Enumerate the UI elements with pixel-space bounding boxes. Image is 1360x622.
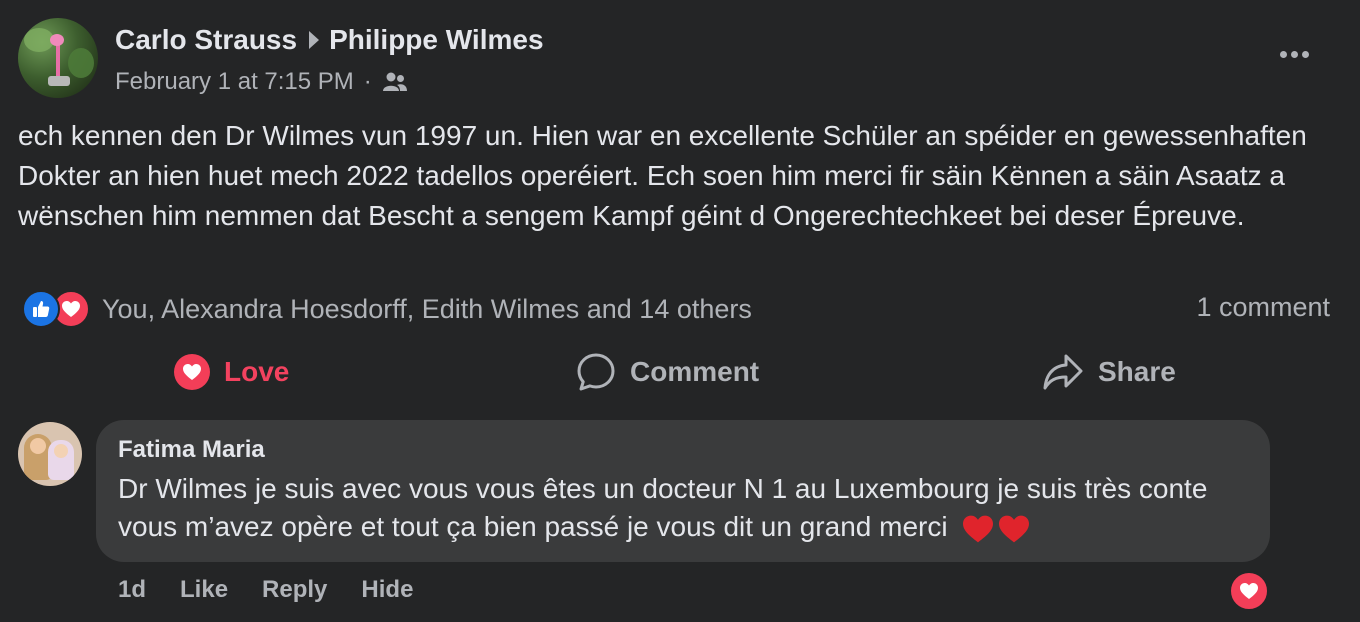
post-text: ech kennen den Dr Wilmes vun 1997 un. Hi… xyxy=(18,120,1307,231)
recipient-name[interactable]: Philippe Wilmes xyxy=(329,24,543,56)
commenter-name[interactable]: Fatima Maria xyxy=(118,436,265,464)
author-avatar[interactable] xyxy=(18,18,98,98)
post-meta: February 1 at 7:15 PM · xyxy=(115,68,408,96)
post-card: Carlo Strauss Philippe Wilmes February 1… xyxy=(0,0,1360,622)
author-name[interactable]: Carlo Strauss xyxy=(115,24,297,56)
comment-button-label: Comment xyxy=(630,356,760,387)
comment-button[interactable]: Comment xyxy=(576,345,759,399)
commenter-avatar[interactable] xyxy=(18,422,82,486)
comment-reply-button[interactable]: Reply xyxy=(262,576,327,604)
meta-separator: · xyxy=(363,68,372,95)
friends-icon[interactable] xyxy=(382,71,408,93)
more-options-button[interactable] xyxy=(1266,36,1322,72)
love-button[interactable]: Love xyxy=(174,345,289,399)
caret-right-icon xyxy=(309,31,320,49)
heart-icon xyxy=(174,354,210,390)
love-button-label: Love xyxy=(224,356,290,387)
post-header-names: Carlo Strauss Philippe Wilmes xyxy=(115,24,544,56)
dot-icon xyxy=(1279,50,1287,58)
comment-love-reaction-icon[interactable] xyxy=(1229,571,1269,611)
share-arrow-icon xyxy=(1043,354,1083,390)
share-button[interactable]: Share xyxy=(1042,345,1176,399)
comment-bubble-icon xyxy=(577,353,615,391)
comment-age[interactable]: 1d xyxy=(118,576,146,604)
comment-text: Dr Wilmes je suis avec vous vous êtes un… xyxy=(118,470,1248,546)
dot-icon xyxy=(1301,50,1309,58)
reaction-summary[interactable]: You, Alexandra Hoesdorff, Edith Wilmes a… xyxy=(22,290,752,328)
post-actions: Love Comment Share xyxy=(0,345,1360,399)
comment-actions: 1d Like Reply Hide xyxy=(118,576,447,604)
comment-hide-button[interactable]: Hide xyxy=(361,576,413,604)
post-timestamp[interactable]: February 1 at 7:15 PM xyxy=(115,68,354,96)
comment-count[interactable]: 1 comment xyxy=(1196,292,1330,323)
share-button-label: Share xyxy=(1098,356,1176,387)
comment-like-button[interactable]: Like xyxy=(180,576,228,604)
reaction-names[interactable]: You, Alexandra Hoesdorff, Edith Wilmes a… xyxy=(102,294,752,325)
like-reaction-icon xyxy=(22,290,60,328)
heart-emoji-icon xyxy=(961,514,1031,544)
dot-icon xyxy=(1290,50,1298,58)
comment-body: Dr Wilmes je suis avec vous vous êtes un… xyxy=(118,473,1208,542)
